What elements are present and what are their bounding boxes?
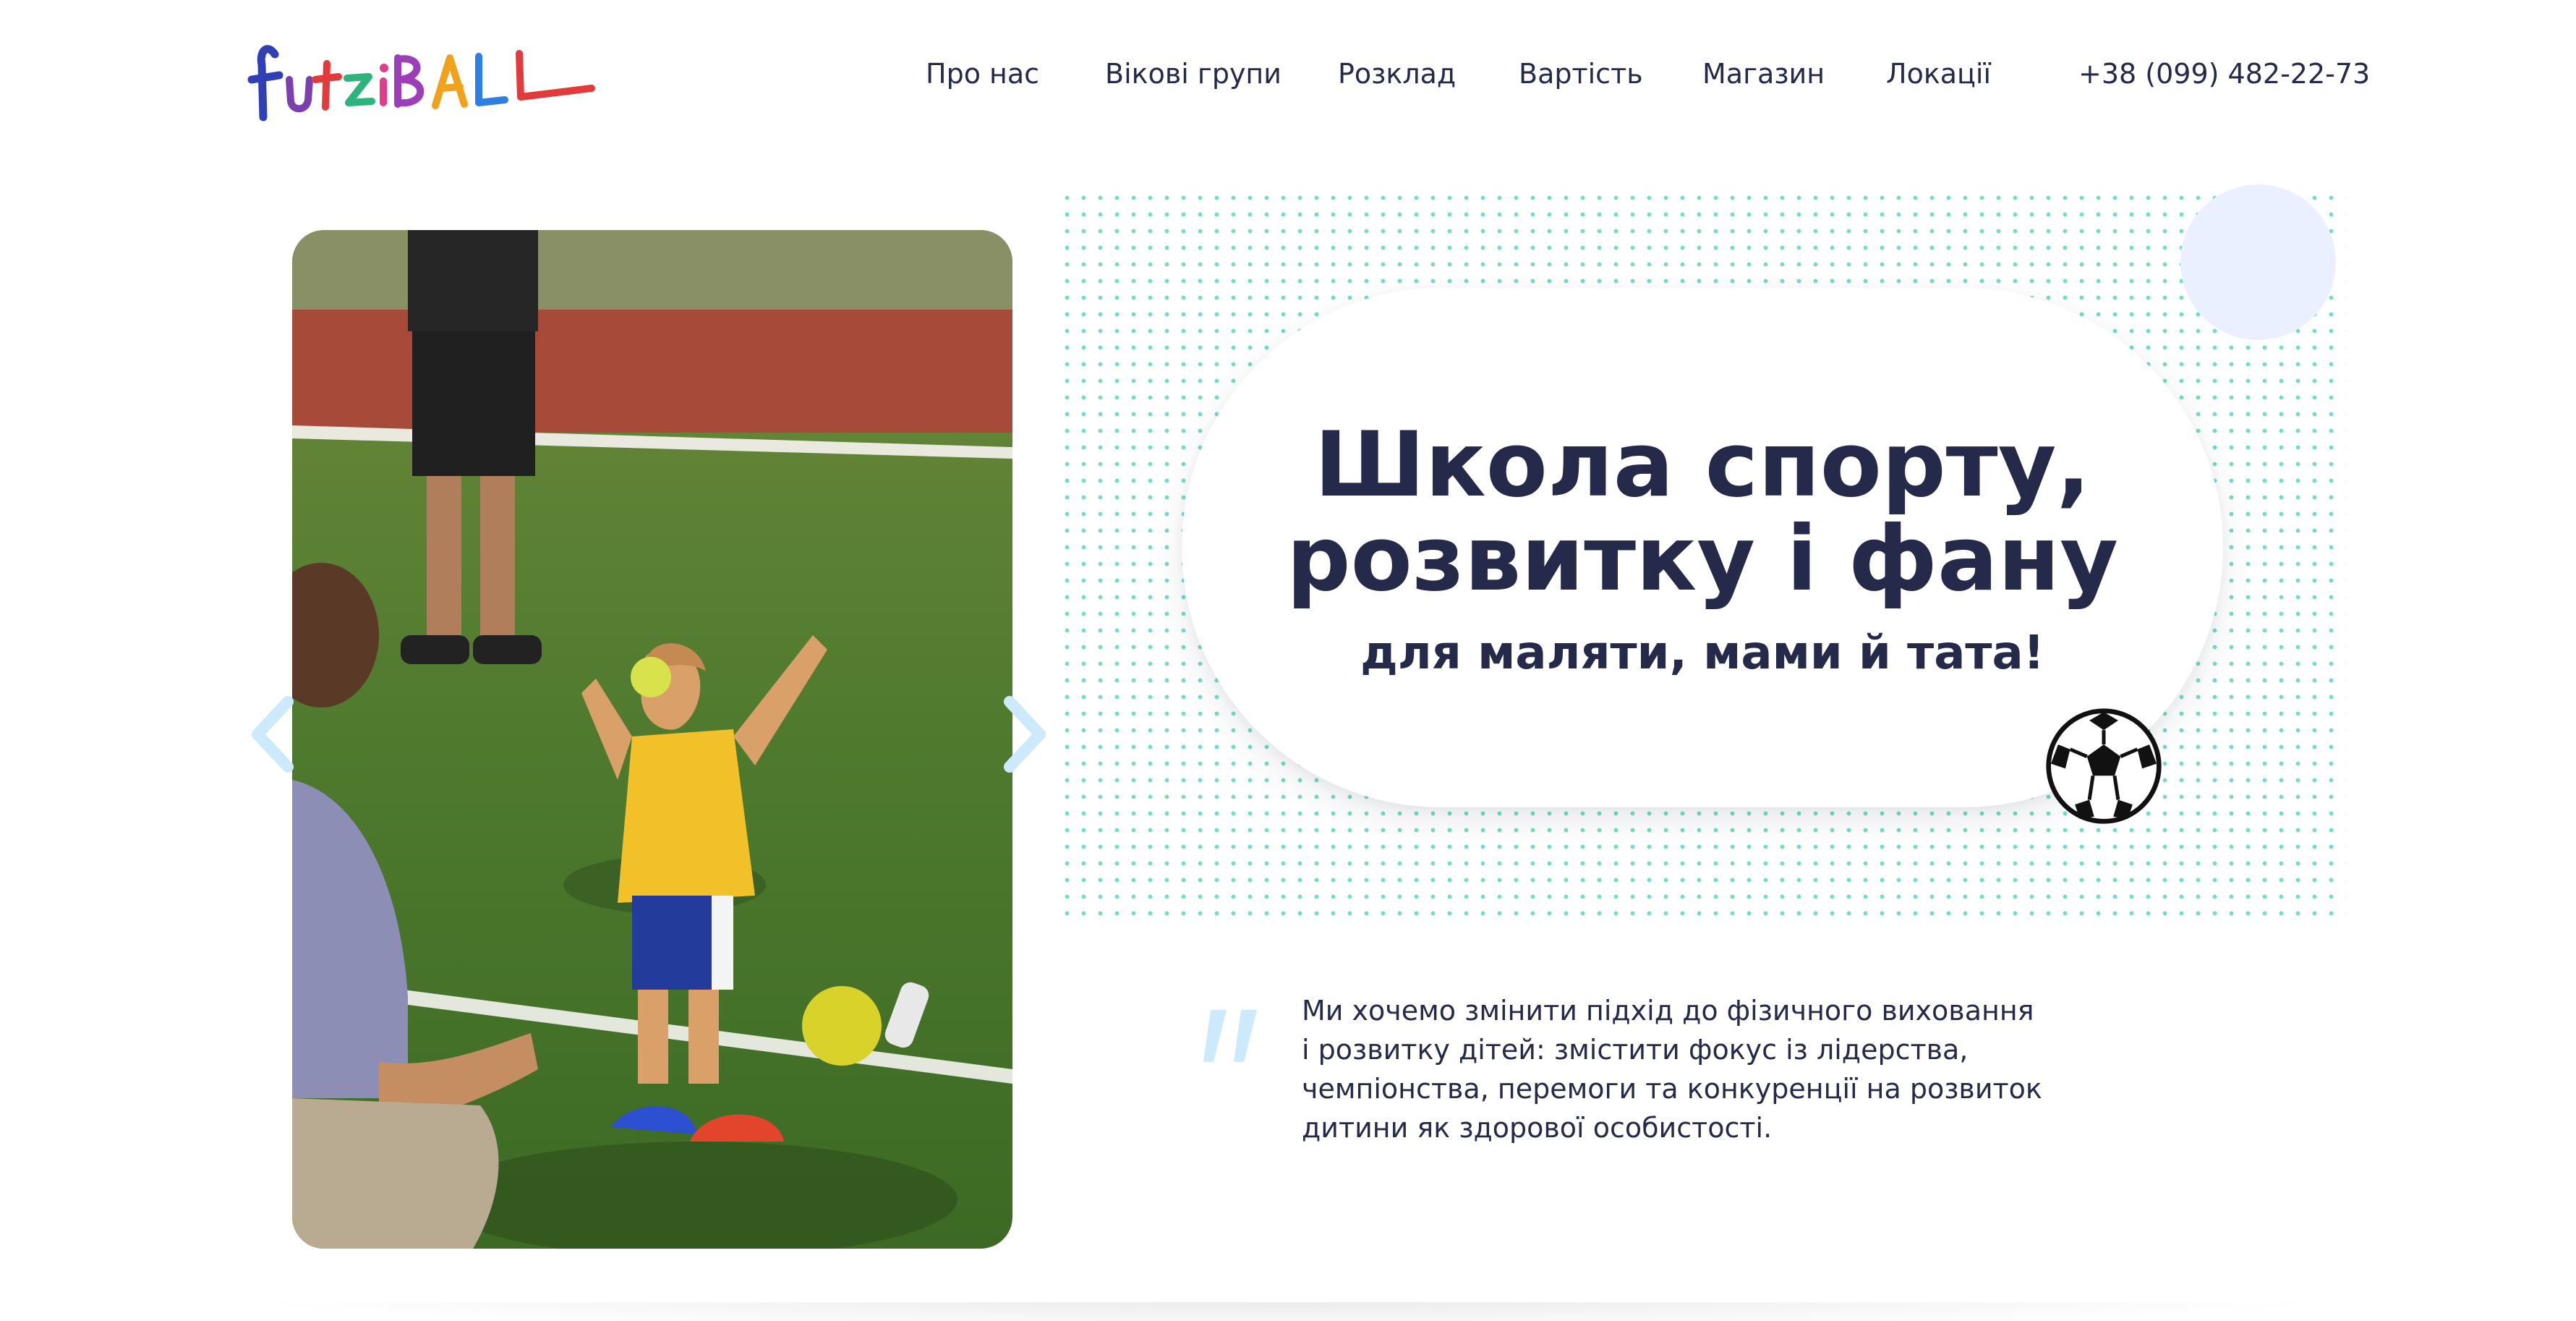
- nav-item-pricing[interactable]: Вартість: [1519, 58, 1643, 90]
- quote-icon: [1203, 1010, 1257, 1062]
- nav-item-age-groups[interactable]: Вікові групи: [1105, 58, 1281, 90]
- quote-line-4: дитини як здорової особистості.: [1302, 1112, 1773, 1144]
- soccer-ball-icon: [2046, 708, 2162, 824]
- section-divider-shadow: [239, 1302, 2336, 1321]
- nav-item-schedule[interactable]: Розклад: [1338, 58, 1456, 90]
- chevron-left-icon[interactable]: [244, 695, 302, 774]
- nav-item-about[interactable]: Про нас: [926, 58, 1039, 90]
- quote-line-1: Ми хочемо змінити підхід до фізичного ви…: [1302, 995, 2034, 1027]
- nav-item-locations[interactable]: Локації: [1886, 58, 1991, 90]
- hero-subtitle: для маляти, мами й тата!: [1360, 626, 2044, 680]
- futziball-logo[interactable]: [246, 22, 607, 130]
- hero-title-line-2: розвитку і фану: [1286, 507, 2119, 611]
- hero-title-line-1: Школа спорту,: [1314, 413, 2091, 517]
- hero-photo: [292, 230, 1012, 1249]
- decorative-circle: [2180, 184, 2336, 340]
- nav-item-shop[interactable]: Магазин: [1702, 58, 1825, 90]
- phone-link[interactable]: +38 (099) 482-22-73: [2078, 58, 2370, 90]
- chevron-right-icon[interactable]: [995, 695, 1053, 774]
- page: Про нас Вікові групи Розклад Вартість Ма…: [0, 0, 2576, 1321]
- quote-line-3: чемпіонства, перемоги та конкуренції на …: [1302, 1073, 2042, 1105]
- mission-quote: Ми хочемо змінити підхід до фізичного ви…: [1302, 991, 2112, 1147]
- quote-line-2: і розвитку дітей: змістити фокус із ліде…: [1302, 1034, 1969, 1066]
- hero-title: Школа спорту, розвитку і фану: [1182, 418, 2223, 606]
